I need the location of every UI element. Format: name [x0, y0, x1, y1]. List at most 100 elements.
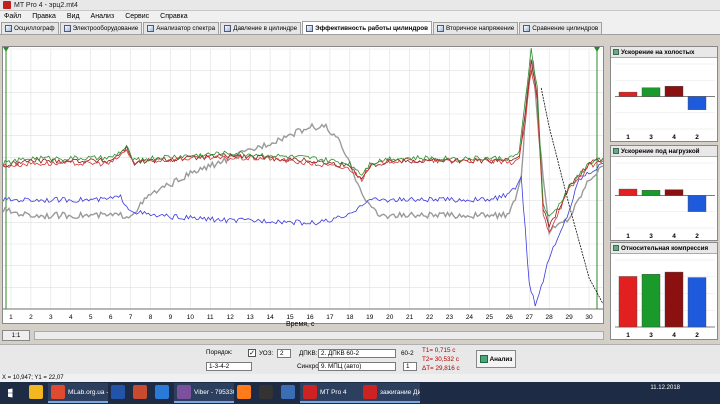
clock-date: 11.12.2018 — [650, 385, 680, 391]
menu-analysis[interactable]: Анализ — [91, 13, 115, 20]
t2-value: T2= 30,532 с — [422, 356, 459, 363]
bar-cylinder-1 — [618, 188, 638, 196]
tab-6[interactable]: Сравнение цилиндров — [519, 22, 603, 34]
order-select[interactable]: 1-3-4-2 — [206, 362, 252, 371]
panel-relative-compression: Относительная компрессия 1 3 4 2 — [610, 242, 718, 340]
taskbar-item[interactable] — [152, 383, 174, 403]
bar-cylinder-3 — [641, 274, 661, 328]
app-icon — [281, 385, 295, 399]
x-tick-label: 4 — [69, 314, 73, 321]
main-plot[interactable]: 1 2 3 4 5 6 7 8 9 10 11 12 13 14 15 16 17 18 19 20 21 22 23 24 2… — [2, 46, 604, 324]
menu-help[interactable]: Справка — [160, 13, 187, 20]
x-tick-label: 1 — [9, 314, 13, 321]
bar-cylinder-4 — [664, 86, 684, 97]
bar-label: 2 — [695, 134, 699, 141]
x-tick-label: 18 — [346, 314, 354, 321]
x-tick-label: 14 — [266, 314, 274, 321]
bar-cylinder-2 — [687, 195, 707, 212]
series-line-black — [540, 87, 603, 304]
taskbar-item[interactable]: MLab.org.ua - От... — [48, 383, 108, 403]
uoz-stepper[interactable]: 2 — [277, 349, 291, 358]
sync-select[interactable]: 9. МПЦ (авто) — [318, 362, 396, 371]
bar-cylinder-4 — [664, 271, 684, 328]
bar-label: 3 — [649, 134, 653, 141]
taskbar-item[interactable] — [278, 383, 300, 403]
panel-title: Относительная компрессия — [621, 244, 709, 252]
dpkv-select[interactable]: 2. ДПКВ 60-2 — [318, 349, 396, 358]
x-tick-label: 16 — [306, 314, 314, 321]
time-readout: T1= 0,715 с T2= 30,532 с ΔT= 29,816 с — [422, 346, 460, 373]
x-tick-label: 26 — [506, 314, 514, 321]
menu-file[interactable]: Файл — [4, 13, 21, 20]
taskbar: MLab.org.ua - От... Viber - 79533062... MT… — [0, 382, 720, 404]
app-icon — [51, 385, 65, 399]
uoz-checkbox[interactable]: ✓ — [248, 349, 256, 357]
taskbar-item[interactable]: MT Pro 4 — [300, 383, 360, 403]
taskbar-item[interactable] — [130, 383, 152, 403]
analyze-button[interactable]: Анализ — [476, 350, 516, 368]
app-icon — [133, 385, 147, 399]
zoom-button[interactable]: 1:1 — [2, 330, 30, 341]
horizontal-scrollbar[interactable] — [34, 331, 604, 340]
bar-label: 3 — [649, 233, 653, 240]
x-tick-label: 20 — [386, 314, 394, 321]
taskbar-item[interactable] — [256, 383, 278, 403]
bar-cylinder-3 — [641, 87, 661, 97]
bar-label: 3 — [649, 332, 653, 339]
taskbar-item[interactable]: Viber - 79533062... — [174, 383, 234, 403]
window-title: MT Pro 4 - эрц2.mt4 — [14, 1, 78, 9]
app-icon — [363, 385, 377, 399]
tab-4[interactable]: Эффективность работы цилиндров — [302, 21, 432, 34]
panel-header: Ускорение под нагрузкой — [611, 146, 717, 157]
menu-edit[interactable]: Правка — [32, 13, 56, 20]
taskbar-item[interactable] — [108, 383, 130, 403]
main-chart-svg[interactable]: 1 2 3 4 5 6 7 8 9 10 11 12 13 14 15 16 17 18 19 20 21 22 23 24 2… — [3, 47, 603, 323]
panel-title: Ускорение на холостых — [621, 48, 695, 56]
panel-header: Относительная компрессия — [611, 243, 717, 254]
x-tick-label: 24 — [466, 314, 474, 321]
x-tick-label: 22 — [426, 314, 434, 321]
sync-stepper[interactable]: 1 — [403, 362, 417, 371]
tab-label: Анализатор спектра — [156, 25, 216, 32]
x-tick-label: 29 — [565, 314, 573, 321]
status-bar: X = 10,947; Y1 = 22,07 — [0, 374, 720, 382]
tab-0[interactable]: Осциллограф — [1, 22, 59, 34]
tab-label: Сравнение цилиндров — [532, 25, 599, 32]
x-tick-label: 13 — [247, 314, 255, 321]
x-tick-label: 6 — [109, 314, 113, 321]
tab-icon — [436, 25, 444, 32]
chart-icon — [613, 148, 619, 154]
tab-5[interactable]: Вторичное напряжение — [432, 22, 519, 34]
bar-label: 2 — [695, 233, 699, 240]
taskbar-item[interactable] — [234, 383, 256, 403]
taskbar-clock[interactable]: 11.12.2018 — [650, 384, 680, 392]
panel-idle-acceleration: Ускорение на холостых 1 3 4 2 — [610, 46, 718, 142]
tab-icon — [5, 25, 12, 32]
x-tick-label: 30 — [585, 314, 593, 321]
panel-header: Ускорение на холостых — [611, 47, 717, 58]
taskbar-item[interactable]: зажигание ДИС ... — [360, 383, 420, 403]
tab-3[interactable]: Давление в цилиндре — [220, 22, 302, 34]
bar-label: 4 — [672, 332, 676, 339]
bar-label: 2 — [695, 332, 699, 339]
start-button[interactable] — [0, 382, 26, 404]
x-tick-label: 10 — [187, 314, 195, 321]
x-tick-label: 27 — [526, 314, 534, 321]
app-icon — [177, 385, 191, 399]
taskbar-item-label: зажигание ДИС ... — [380, 388, 420, 396]
tab-label: Давление в цилиндре — [233, 25, 298, 32]
tab-1[interactable]: Электрооборудование — [59, 22, 143, 34]
bottom-controls: Порядок: 1-3-4-2 ✓ УОЗ: 2 ДПКВ: 2. ДПКВ … — [0, 344, 720, 374]
bar-cylinder-1 — [618, 276, 638, 328]
series-line-blue — [3, 163, 603, 307]
app-icon — [29, 385, 43, 399]
tab-icon — [523, 25, 531, 32]
panel-title: Ускорение под нагрузкой — [621, 147, 700, 155]
bar-cylinder-4 — [664, 189, 684, 196]
menu-view[interactable]: Вид — [67, 13, 80, 20]
taskbar-item[interactable] — [26, 383, 48, 403]
order-label: Порядок: — [206, 349, 233, 356]
menu-service[interactable]: Сервис — [125, 13, 149, 20]
x-tick-label: 21 — [406, 314, 414, 321]
tab-2[interactable]: Анализатор спектра — [143, 22, 220, 34]
